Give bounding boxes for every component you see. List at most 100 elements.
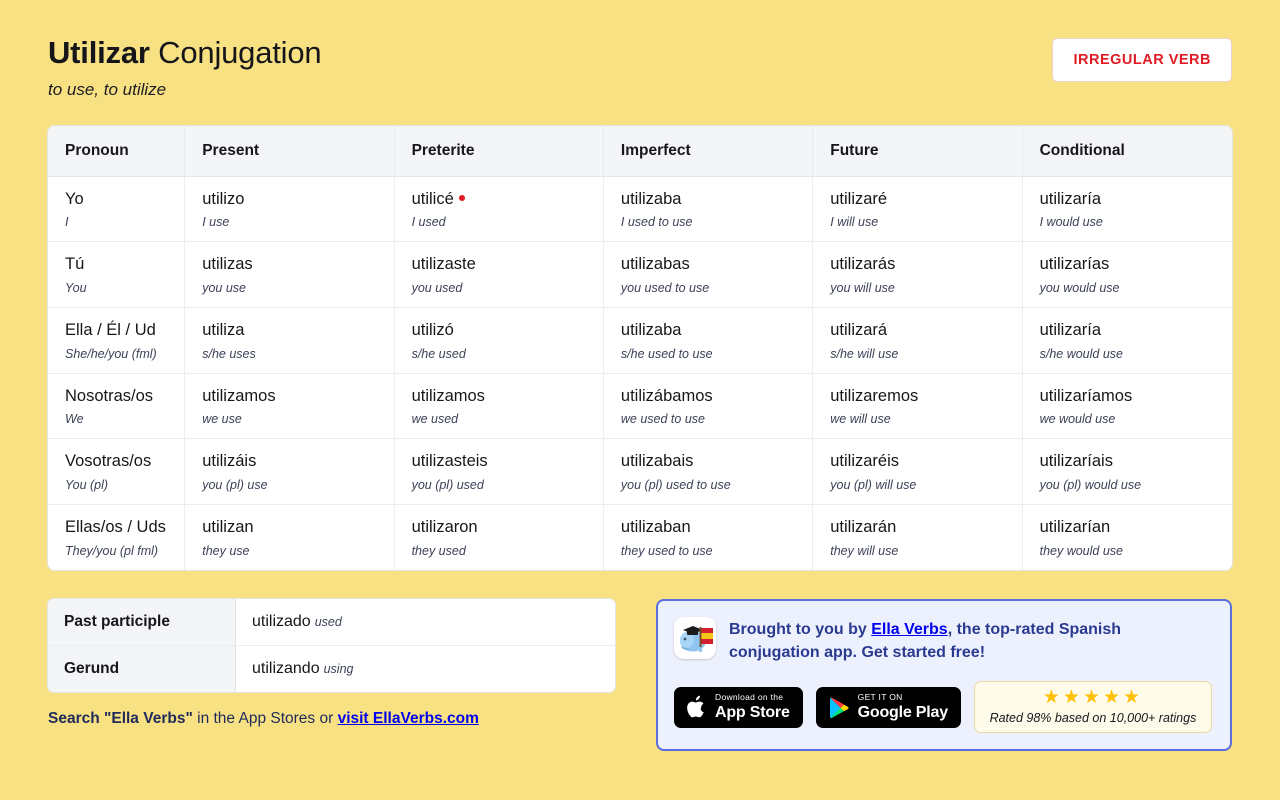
imperfect-cell: utilizaba I used to use — [603, 176, 814, 243]
present-translation: s/he uses — [202, 346, 256, 361]
imperfect-translation: s/he used to use — [620, 346, 713, 361]
past-participle-translation: used — [314, 614, 342, 629]
pronoun-text: Vosotras/os — [65, 452, 152, 471]
gerund-label: Gerund — [48, 645, 236, 692]
promo-box: Brought to you by Ella Verbs, the top-ra… — [656, 598, 1232, 752]
promo-text-before: Brought to you by — [729, 620, 872, 638]
column-header-preterite: Preterite — [394, 125, 604, 177]
gerund-row: Gerund utilizando using — [48, 645, 615, 692]
page-title: Utilizar Conjugation — [48, 34, 322, 73]
verb-name: Utilizar — [48, 35, 150, 70]
present-cell: utilizan they use — [185, 504, 395, 570]
future-cell: utilizaré I will use — [813, 176, 1023, 243]
future-translation: they will use — [830, 543, 899, 558]
present-cell: utilizas you use — [185, 242, 395, 308]
present-form: utilizas — [202, 255, 253, 274]
elephant-graduation-cap-icon — [674, 616, 716, 659]
conditional-cell: utilizaríais you (pl) would use — [1022, 439, 1232, 505]
imperfect-form: utilizabas — [620, 255, 690, 274]
imperfect-cell: utilizabais you (pl) used to use — [603, 439, 814, 505]
future-cell: utilizaréis you (pl) will use — [813, 439, 1023, 505]
present-form: utilizo — [202, 189, 245, 208]
past-participle-label: Past participle — [48, 598, 236, 646]
title-block: Utilizar Conjugation to use, to utilize — [48, 34, 322, 100]
conditional-form: utilizaríamos — [1039, 386, 1133, 405]
conditional-cell: utilizarías you would use — [1022, 242, 1232, 308]
future-form: utilizará — [830, 321, 888, 339]
future-translation: s/he will use — [830, 346, 899, 361]
google-play-labels: GET IT ON Google Play — [858, 693, 948, 721]
search-prompt-regular: in the App Stores or — [192, 709, 338, 727]
conditional-form: utilizarían — [1039, 517, 1111, 536]
present-translation: you (pl) use — [202, 477, 268, 492]
ella-verbs-app-icon — [674, 616, 716, 659]
preterite-form: utilizasteis — [411, 452, 488, 471]
title-suffix: Conjugation — [149, 35, 322, 70]
present-cell: utiliza s/he uses — [185, 308, 395, 374]
pronoun-translation: I — [65, 215, 69, 230]
imperfect-form: utilizaba — [620, 189, 682, 208]
search-prompt: Search "Ella Verbs" in the App Stores or… — [48, 710, 615, 728]
google-play-button[interactable]: GET IT ON Google Play — [815, 686, 961, 728]
future-cell: utilizarás you will use — [813, 242, 1023, 308]
bottom-section: Past participle utilizado used Gerund uti… — [48, 598, 1232, 752]
google-play-big-label: Google Play — [857, 703, 948, 721]
apple-logo-icon — [687, 695, 704, 718]
future-cell: utilizarán they will use — [813, 504, 1023, 570]
present-translation: we use — [202, 412, 242, 427]
column-header-future: Future — [813, 125, 1023, 177]
past-participle-row: Past participle utilizado used — [48, 598, 615, 646]
future-form: utilizaréis — [830, 452, 900, 471]
imperfect-cell: utilizábamos we used to use — [603, 373, 814, 440]
imperfect-form: utilizábamos — [620, 386, 713, 405]
preterite-form: utilizó — [411, 321, 454, 339]
pronoun-cell: Yo I — [48, 176, 186, 243]
conditional-translation: I would use — [1039, 215, 1103, 230]
imperfect-translation: you (pl) used to use — [620, 477, 731, 492]
table-header-row: Pronoun Present Preterite Imperfect Futu… — [48, 125, 1232, 177]
left-column: Past participle utilizado used Gerund uti… — [48, 598, 615, 728]
preterite-translation: I used — [411, 215, 446, 230]
column-header-conditional: Conditional — [1022, 125, 1232, 177]
pronoun-translation: We — [65, 412, 84, 427]
preterite-form: utilizaste — [411, 255, 476, 274]
conditional-form: utilizarías — [1039, 255, 1110, 274]
promo-text: Brought to you by Ella Verbs, the top-ra… — [729, 617, 1212, 664]
imperfect-cell: utilizaban they used to use — [604, 504, 814, 570]
promo-top-row: Brought to you by Ella Verbs, the top-ra… — [674, 616, 1212, 664]
preterite-translation: they used — [411, 543, 466, 558]
ella-verbs-link[interactable]: Ella Verbs — [871, 621, 948, 638]
conjugation-page: Utilizar Conjugation to use, to utilize … — [0, 0, 1280, 752]
pronoun-translation: She/he/you (fml) — [65, 346, 157, 361]
table-row: Tú You utilizas you use utilizaste you used ut… — [48, 242, 1232, 308]
preterite-cell: utilizaste you used — [394, 242, 604, 308]
imperfect-form: utilizabais — [620, 452, 694, 471]
present-form: utilizáis — [202, 452, 257, 471]
gerund-form: utilizando — [252, 659, 320, 677]
ellaverbs-website-link[interactable]: visit EllaVerbs.com — [338, 710, 479, 727]
pronoun-text: Nosotras/os — [65, 386, 154, 405]
preterite-translation: you used — [411, 281, 463, 295]
conditional-cell: utilizaría s/he would use — [1022, 308, 1232, 374]
table-row: Nosotras/os We utilizamos we use utilizamos w… — [48, 373, 1232, 440]
imperfect-translation: we used to use — [620, 412, 705, 427]
future-translation: I will use — [830, 215, 879, 230]
gerund-value: utilizando using — [236, 646, 615, 692]
column-header-imperfect: Imperfect — [603, 125, 814, 177]
app-store-button[interactable]: Download on the App Store — [674, 686, 803, 728]
pronoun-text: Ella / Él / Ud — [65, 321, 156, 339]
preterite-form: utilicé — [412, 189, 603, 210]
pronoun-text: Yo — [65, 189, 84, 208]
column-header-present: Present — [185, 125, 395, 177]
pronoun-cell: Ellas/os / Uds They/you (pl fml) — [48, 504, 186, 570]
column-header-pronoun: Pronoun — [48, 125, 186, 177]
future-form: utilizarán — [830, 517, 897, 536]
irregular-marker-icon — [458, 195, 465, 202]
past-participle-value: utilizado used — [236, 599, 615, 646]
conditional-cell: utilizaríamos we would use — [1022, 374, 1232, 440]
pronoun-text: Tú — [65, 255, 85, 274]
present-translation: I use — [202, 215, 230, 230]
nonfinite-forms-table: Past participle utilizado used Gerund uti… — [48, 598, 615, 692]
imperfect-form: utilizaban — [620, 517, 691, 536]
present-form: utilizamos — [202, 386, 276, 405]
